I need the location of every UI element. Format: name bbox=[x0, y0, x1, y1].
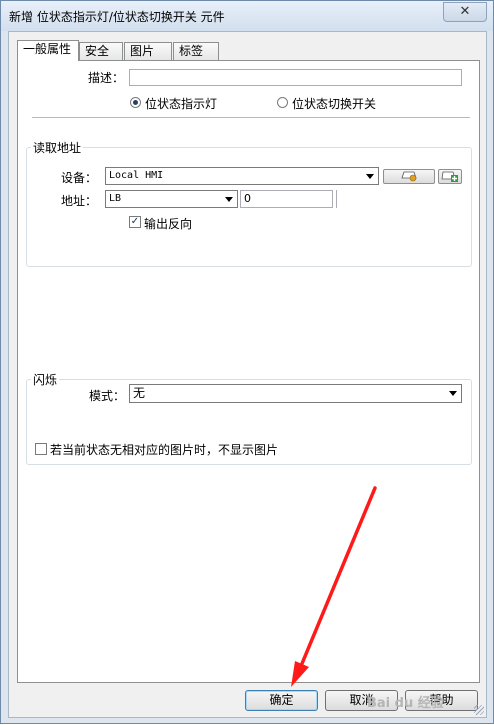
dialog-window: 新增 位状态指示灯/位状态切换开关 元件 ✕ 一般属性 安全 图片 标签 描述： bbox=[0, 0, 494, 724]
tab-general[interactable]: 一般属性 bbox=[17, 40, 79, 61]
tab-label: 一般属性 bbox=[23, 42, 72, 56]
annotation-arrow bbox=[291, 486, 377, 687]
